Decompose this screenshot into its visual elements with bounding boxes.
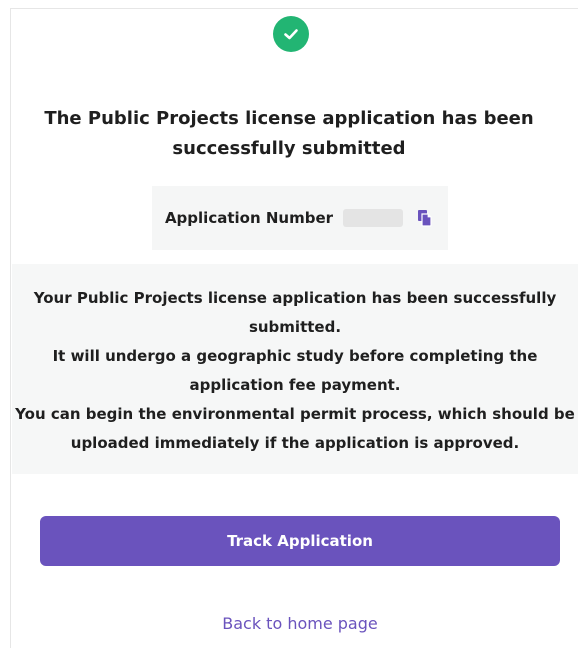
- back-to-home-link[interactable]: Back to home page: [0, 614, 578, 633]
- message-line: submitted.: [248, 318, 342, 336]
- page-title: The Public Projects license application …: [0, 104, 578, 164]
- checkmark-icon: [284, 29, 298, 40]
- title-line-2: successfully submitted: [172, 138, 406, 159]
- copy-icon[interactable]: [415, 208, 435, 228]
- info-message: Your Public Projects license application…: [12, 284, 578, 458]
- title-line-1: The Public Projects license application …: [44, 108, 534, 129]
- message-line: It will undergo a geographic study befor…: [52, 347, 538, 365]
- application-number-value: [343, 209, 404, 227]
- copy-icon-glyph: [418, 210, 432, 227]
- track-application-button[interactable]: Track Application: [40, 516, 560, 566]
- check-circle-icon: [273, 16, 309, 52]
- info-message-panel: Your Public Projects license application…: [12, 264, 578, 474]
- message-line: application fee payment.: [189, 376, 401, 394]
- message-line: Your Public Projects license application…: [33, 289, 557, 307]
- message-line: uploaded immediately if the application …: [70, 434, 520, 452]
- application-number-label: Application Number: [164, 209, 334, 227]
- application-number-box: Application Number: [152, 186, 448, 250]
- message-line: You can begin the environmental permit p…: [15, 405, 575, 423]
